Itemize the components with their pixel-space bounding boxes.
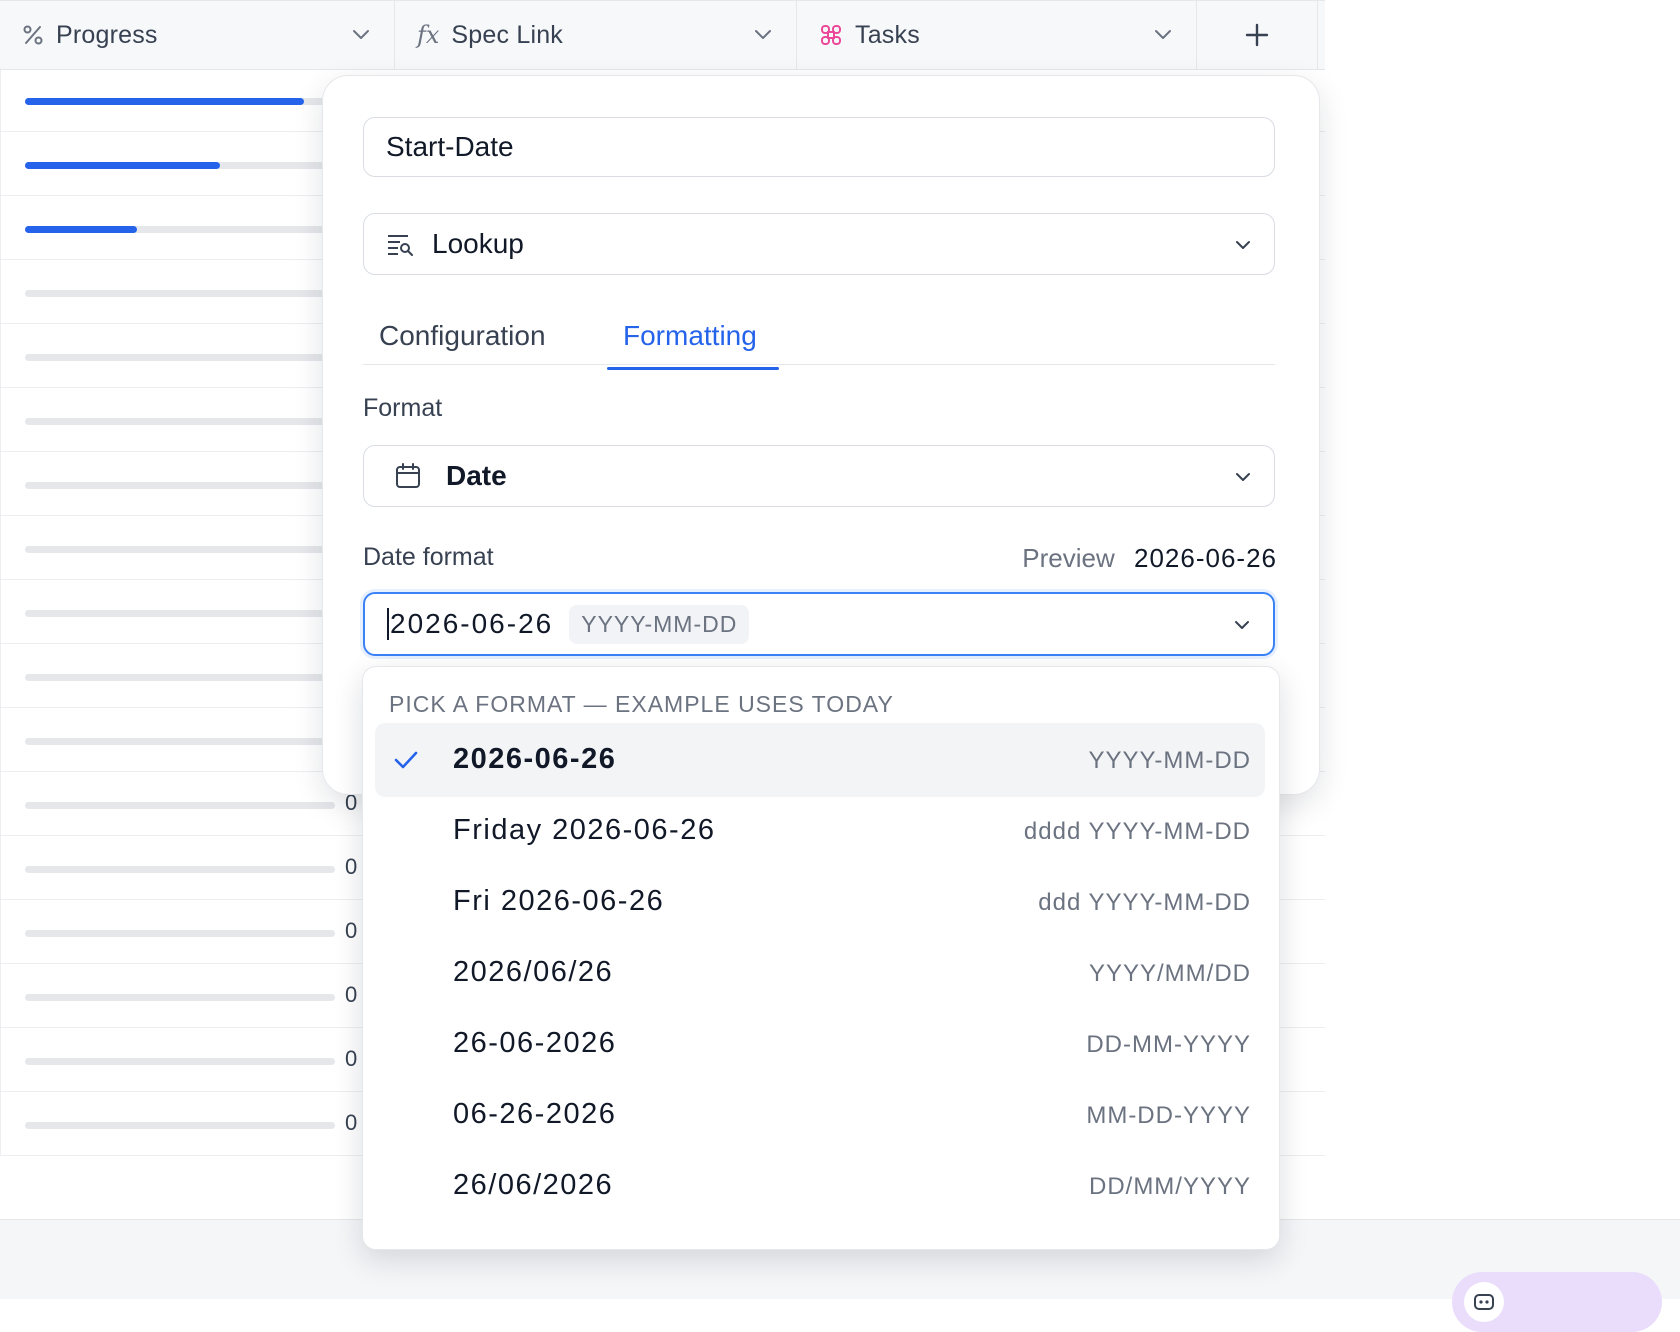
progress-bar (25, 1058, 335, 1065)
format-option-pattern: DD-MM-YYYY (1086, 1031, 1251, 1058)
field-type-label: Lookup (432, 228, 524, 259)
format-option[interactable]: Fri 2026-06-26 ddd YYYY-MM-DD (375, 865, 1265, 939)
progress-bar (25, 674, 335, 681)
progress-bar (25, 866, 335, 873)
format-option-pattern: YYYY/MM/DD (1088, 960, 1251, 987)
progress-bar (25, 98, 335, 105)
column-header-spec-link[interactable]: fx Spec Link (395, 1, 797, 69)
progress-bar (25, 930, 335, 937)
chat-bot-icon (1464, 1282, 1504, 1322)
editor-tabs: Configuration Formatting (363, 308, 1275, 365)
progress-value: 0 (345, 1046, 358, 1071)
column-header-label: Tasks (855, 20, 920, 49)
format-option[interactable]: 26-06-2026 DD-MM-YYYY (375, 1007, 1265, 1081)
link-icon (821, 25, 841, 45)
field-type-select[interactable]: Lookup (363, 213, 1275, 275)
progress-bar-fill (25, 98, 304, 105)
column-header-tasks[interactable]: Tasks (797, 1, 1197, 69)
format-option-example: 2026/06/26 (453, 956, 614, 988)
format-option-pattern: ddd YYYY-MM-DD (1038, 889, 1251, 916)
progress-value: 0 (345, 982, 358, 1007)
progress-bar (25, 354, 335, 361)
format-option[interactable]: Friday 2026-06-26 dddd YYYY-MM-DD (375, 794, 1265, 868)
progress-bar (25, 738, 335, 745)
format-option[interactable]: 2026-06-26 YYYY-MM-DD (375, 723, 1265, 797)
grid-header: Progress fx Spec Link Tasks (0, 0, 1325, 70)
date-format-label: Date format (363, 543, 494, 571)
format-select[interactable]: Date (363, 445, 1275, 507)
new-chat-button[interactable] (1452, 1272, 1662, 1332)
progress-value: 0 (345, 854, 358, 879)
chevron-down-icon[interactable] (752, 23, 774, 45)
progress-bar-fill (25, 226, 137, 233)
progress-bar-fill (25, 162, 221, 169)
chevron-down-icon (1235, 621, 1249, 629)
format-option-example: 26-06-2026 (453, 1027, 617, 1059)
check-icon (394, 751, 418, 769)
progress-bar (25, 546, 335, 553)
format-value: Date (446, 460, 507, 491)
progress-bar (25, 994, 335, 1001)
progress-value: 0 (345, 918, 358, 943)
progress-bar (25, 226, 335, 233)
format-option-pattern: dddd YYYY-MM-DD (1023, 818, 1251, 845)
menu-header: PICK A FORMAT — EXAMPLE USES TODAY (389, 691, 894, 717)
chevron-down-icon (1236, 473, 1250, 481)
progress-bar (25, 1122, 335, 1129)
tab-configuration[interactable]: Configuration (379, 320, 546, 352)
plus-icon (1245, 23, 1269, 47)
date-format-input[interactable]: 2026-06-26 YYYY-MM-DD (363, 592, 1275, 656)
date-format-value: 2026-06-26 (387, 608, 553, 640)
format-option-pattern: MM-DD-YYYY (1086, 1102, 1251, 1129)
chevron-down-icon (1236, 241, 1250, 249)
date-format-pattern-badge: YYYY-MM-DD (569, 604, 750, 644)
format-option-example: 06-26-2026 (453, 1098, 617, 1130)
lookup-icon (388, 235, 413, 256)
percent-icon (23, 25, 43, 45)
column-header-label: Spec Link (451, 20, 564, 49)
add-column-button[interactable] (1197, 1, 1318, 69)
format-option-example: 2026-06-26 (453, 743, 617, 775)
format-option-example: 26/06/2026 (453, 1169, 614, 1201)
active-tab-indicator (607, 367, 779, 370)
date-format-menu: PICK A FORMAT — EXAMPLE USES TODAY 2026-… (362, 666, 1280, 1250)
progress-bar (25, 802, 335, 809)
column-header-progress[interactable]: Progress (0, 1, 395, 69)
chevron-down-icon[interactable] (350, 23, 372, 45)
preview-label: Preview (1022, 543, 1115, 573)
progress-bar (25, 418, 335, 425)
column-header-label: Progress (56, 20, 158, 49)
format-label: Format (363, 394, 443, 422)
tab-formatting[interactable]: Formatting (623, 320, 757, 352)
formula-icon: fx (417, 21, 440, 49)
progress-bar (25, 610, 335, 617)
progress-value: 0 (345, 1110, 358, 1135)
calendar-icon (396, 463, 420, 488)
field-name-input[interactable] (363, 117, 1275, 177)
format-option-example: Fri 2026-06-26 (453, 885, 665, 917)
progress-bar (25, 290, 335, 297)
format-option-pattern: DD/MM/YYYY (1088, 1173, 1251, 1200)
format-option[interactable]: 2026/06/26 YYYY/MM/DD (375, 936, 1265, 1010)
format-option-example: Friday 2026-06-26 (453, 814, 716, 846)
progress-bar (25, 482, 335, 489)
date-preview: Preview 2026-06-26 (1022, 543, 1277, 574)
format-option[interactable]: 06-26-2026 MM-DD-YYYY (375, 1078, 1265, 1152)
progress-bar (25, 162, 335, 169)
chevron-down-icon[interactable] (1152, 23, 1174, 45)
format-option-pattern: YYYY-MM-DD (1088, 747, 1251, 774)
preview-value: 2026-06-26 (1134, 543, 1277, 573)
format-option[interactable]: 26/06/2026 DD/MM/YYYY (375, 1149, 1265, 1223)
